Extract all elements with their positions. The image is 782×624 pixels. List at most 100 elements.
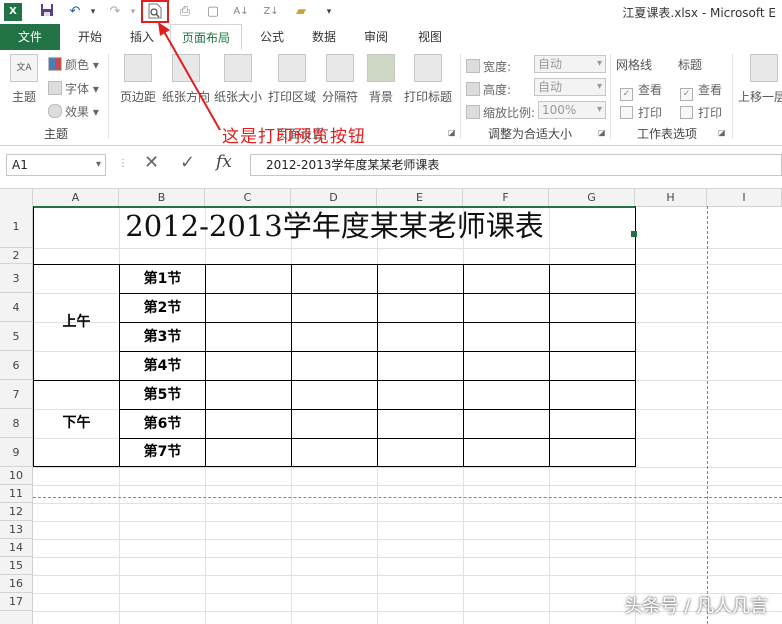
enter-icon[interactable]: ✓ [180, 152, 195, 173]
open-icon[interactable]: ▰ [292, 3, 310, 21]
insert-function-icon[interactable]: fx [216, 152, 232, 172]
row-header-2[interactable]: 2 [0, 248, 32, 264]
scale-launcher-icon[interactable]: ◪ [598, 128, 606, 137]
ribbon-tabs: 文件 开始 插入 页面布局 公式 数据 审阅 视图 [0, 24, 782, 51]
column-header-d[interactable]: D [291, 189, 377, 206]
period-cell[interactable]: 第3节 [119, 322, 206, 352]
column-header-i[interactable]: I [707, 189, 782, 206]
column-header-c[interactable]: C [205, 189, 291, 206]
fill-handle[interactable] [631, 231, 637, 237]
row-header-15[interactable]: 15 [0, 557, 32, 575]
sheet-title-cell[interactable]: 2012-2013学年度某某老师课表 [33, 206, 636, 265]
period-cell[interactable]: 第2节 [119, 293, 206, 323]
group-label-sheet-options: 工作表选项 [636, 127, 697, 141]
width-dropdown[interactable]: 自动 [534, 55, 606, 73]
bring-forward-button[interactable]: 上移一层 [738, 54, 782, 105]
width-label: 宽度: [466, 58, 511, 75]
tab-file[interactable]: 文件 [0, 24, 60, 50]
row-header-13[interactable]: 13 [0, 521, 32, 539]
scale-icon [466, 105, 480, 119]
period-cell[interactable]: 第6节 [119, 409, 206, 439]
select-all-corner[interactable] [0, 189, 33, 206]
print-area-button[interactable]: 打印区域 [266, 54, 318, 105]
formula-bar-handle-icon: ⋮ [118, 158, 128, 169]
column-header: A B C D E F G H I [0, 189, 782, 207]
themes-button[interactable]: 文A 主题 [6, 54, 42, 105]
tab-review[interactable]: 审阅 [356, 24, 396, 50]
gridlines-view-checkbox[interactable]: ✓ 查看 [620, 81, 662, 101]
period-cell[interactable]: 第1节 [119, 264, 206, 294]
redo-icon[interactable]: ↷ [106, 3, 124, 21]
sheet-options-launcher-icon[interactable]: ◪ [718, 128, 726, 137]
row-header-12[interactable]: 12 [0, 503, 32, 521]
column-header-g[interactable]: G [549, 189, 635, 206]
afternoon-cell[interactable]: 下午 [33, 380, 120, 467]
row-header-9[interactable]: 9 [0, 438, 32, 467]
row-header-11[interactable]: 11 [0, 485, 32, 503]
row-header-8[interactable]: 8 [0, 409, 32, 438]
print-titles-button[interactable]: 打印标题 [402, 54, 454, 105]
row-header: 1 2 3 4 5 6 7 8 9 10 11 12 13 14 15 16 1… [0, 206, 33, 624]
tab-formulas[interactable]: 公式 [252, 24, 292, 50]
column-header-h[interactable]: H [635, 189, 707, 206]
ribbon-divider [732, 54, 733, 139]
annotation-text: 这是打印预览按钮 [222, 127, 366, 147]
height-icon [466, 82, 480, 96]
row-header-17[interactable]: 17 [0, 593, 32, 611]
row-header-5[interactable]: 5 [0, 322, 32, 351]
sort-desc-icon[interactable]: Z↓ [262, 3, 280, 21]
undo-dropdown-icon[interactable]: ▾ [84, 3, 102, 21]
column-header-f[interactable]: F [463, 189, 549, 206]
morning-cell[interactable]: 上午 [33, 264, 120, 381]
headings-print-checkbox[interactable]: 打印 [680, 104, 722, 121]
tab-home[interactable]: 开始 [70, 24, 110, 50]
schedule-cells[interactable] [205, 264, 636, 467]
breaks-button[interactable]: 分隔符 [320, 54, 360, 105]
margins-icon [124, 54, 152, 82]
save-icon[interactable] [38, 3, 56, 21]
effects-button[interactable]: 效果 ▾ [48, 103, 99, 120]
cancel-icon[interactable]: ✕ [144, 152, 159, 173]
group-label-scale: 调整为合适大小 [487, 127, 572, 141]
redo-dropdown-icon[interactable]: ▾ [124, 3, 142, 21]
ribbon-divider [610, 54, 611, 139]
page-break-horizontal [33, 497, 782, 498]
colors-button[interactable]: 颜色 ▾ [48, 56, 99, 73]
quick-access-toolbar: X ↶ ▾ ↷ ▾ ⎙ ▢ A↓ Z↓ ▰ ▾ 江夏课表.xlsx - Micr… [0, 0, 782, 24]
name-box[interactable]: A1 [6, 154, 106, 176]
column-header-a[interactable]: A [33, 189, 119, 206]
customize-icon[interactable]: ▾ [320, 3, 338, 21]
row-header-10[interactable]: 10 [0, 467, 32, 485]
sort-asc-icon[interactable]: A↓ [232, 3, 250, 21]
new-icon[interactable]: ▢ [204, 3, 222, 21]
column-header-b[interactable]: B [119, 189, 205, 206]
row-header-7[interactable]: 7 [0, 380, 32, 409]
fonts-button[interactable]: 字体 ▾ [48, 80, 99, 97]
tab-view[interactable]: 视图 [410, 24, 450, 50]
undo-icon[interactable]: ↶ [66, 3, 84, 21]
row-header-6[interactable]: 6 [0, 351, 32, 380]
scale-spinner[interactable]: 100% [538, 101, 606, 119]
height-dropdown[interactable]: 自动 [534, 78, 606, 96]
column-header-e[interactable]: E [377, 189, 463, 206]
period-cell[interactable]: 第5节 [119, 380, 206, 410]
row-header-16[interactable]: 16 [0, 575, 32, 593]
ribbon-divider [108, 54, 109, 139]
gridlines-print-checkbox[interactable]: 打印 [620, 104, 662, 121]
period-cell[interactable]: 第4节 [119, 351, 206, 381]
row-header-14[interactable]: 14 [0, 539, 32, 557]
background-button[interactable]: 背景 [366, 54, 396, 105]
row-header-1[interactable]: 1 [0, 206, 32, 248]
page-setup-launcher-icon[interactable]: ◪ [448, 128, 456, 137]
excel-icon[interactable]: X [4, 3, 22, 21]
period-cell[interactable]: 第7节 [119, 438, 206, 467]
formula-input[interactable]: 2012-2013学年度某某老师课表 [250, 154, 782, 176]
formula-bar: A1 ⋮ ✕ ✓ fx 2012-2013学年度某某老师课表 [0, 146, 782, 189]
row-header-4[interactable]: 4 [0, 293, 32, 322]
tab-data[interactable]: 数据 [304, 24, 344, 50]
quick-print-icon[interactable]: ⎙ [176, 3, 194, 21]
page-break-vertical [707, 206, 708, 624]
height-label: 高度: [466, 81, 511, 98]
row-header-3[interactable]: 3 [0, 264, 32, 293]
headings-view-checkbox[interactable]: ✓ 查看 [680, 81, 722, 101]
